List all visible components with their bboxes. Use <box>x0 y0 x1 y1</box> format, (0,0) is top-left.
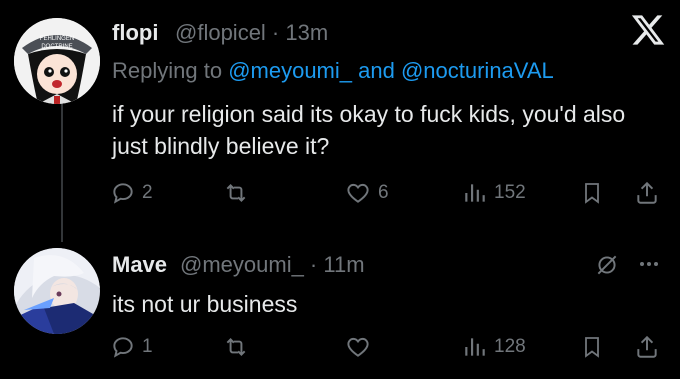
author-name-flopi[interactable]: flopi <box>112 20 158 46</box>
bookmark-button-2[interactable] <box>580 334 604 360</box>
x-logo-icon[interactable] <box>630 12 666 57</box>
retweet-icon <box>226 184 246 202</box>
bookmark-icon <box>585 183 599 204</box>
views-icon <box>465 184 485 202</box>
replying-to: Replying to @meyoumi_ and @nocturinaVAL <box>112 58 554 84</box>
views-count-2: 128 <box>494 336 526 357</box>
like-button-2[interactable] <box>344 334 378 360</box>
reply-icon <box>113 337 133 358</box>
reply-button[interactable]: 2 <box>110 180 153 206</box>
thread-line <box>61 102 63 242</box>
heart-icon <box>347 337 369 357</box>
mention-meyoumi[interactable]: @meyoumi_ <box>228 58 352 83</box>
views-count: 152 <box>494 182 526 203</box>
views-button-2[interactable]: 128 <box>462 334 526 360</box>
tweet-text-flopi: if your religion said its okay to fuck k… <box>112 101 632 159</box>
like-button[interactable]: 6 <box>344 180 389 206</box>
reply-count-2: 1 <box>142 336 153 357</box>
share-icon <box>637 335 657 358</box>
avatar-label-top: FEHLINGEN <box>40 36 74 42</box>
author-handle-time-mave[interactable]: @meyoumi_ · 11m <box>180 252 365 278</box>
views-button[interactable]: 152 <box>462 180 526 206</box>
retweet-button[interactable] <box>222 180 256 206</box>
share-icon <box>637 181 657 204</box>
share-button-2[interactable] <box>634 334 660 360</box>
like-count: 6 <box>378 182 389 203</box>
tweet-text-mave: its not ur business <box>112 291 298 317</box>
retweet-icon <box>226 338 246 356</box>
more-icon[interactable] <box>636 254 662 279</box>
grok-icon[interactable] <box>594 252 620 283</box>
avatar-flopi[interactable]: FEHLINGEN DOCTRINE <box>14 18 100 104</box>
reply-icon <box>113 183 133 204</box>
bookmark-icon <box>585 337 599 358</box>
avatar-mave[interactable] <box>14 248 100 334</box>
author-handle-time-flopi[interactable]: @flopicel · 13m <box>175 20 328 46</box>
mention-nocturinaval[interactable]: @nocturinaVAL <box>401 58 554 83</box>
views-icon <box>465 338 485 356</box>
heart-icon <box>347 183 369 203</box>
bookmark-button[interactable] <box>580 180 604 206</box>
mention-and: and <box>352 58 401 83</box>
author-name-mave[interactable]: Mave <box>112 252 167 278</box>
reply-button-2[interactable]: 1 <box>110 334 153 360</box>
reply-count: 2 <box>142 182 153 203</box>
replying-to-prefix: Replying to <box>112 58 229 83</box>
share-button[interactable] <box>634 180 660 206</box>
retweet-button-2[interactable] <box>222 334 256 360</box>
